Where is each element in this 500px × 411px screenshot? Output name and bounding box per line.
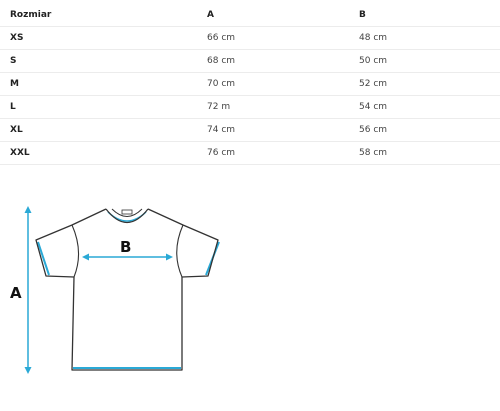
left-armhole <box>71 224 80 278</box>
size-cell: XS <box>10 33 24 43</box>
width-label: B <box>120 238 131 256</box>
right-armhole <box>176 224 184 278</box>
size-cell: XXL <box>10 148 30 158</box>
size-cell: M <box>10 79 19 89</box>
length-cell: 72 m <box>207 102 231 112</box>
header-size: Rozmiar <box>10 10 52 20</box>
width-cell: 50 cm <box>359 56 388 66</box>
header-a: A <box>207 10 214 20</box>
tshirt-measurement-diagram: A B <box>0 195 230 385</box>
length-cell: 68 cm <box>207 56 236 66</box>
left-sleeve-trim <box>37 241 50 276</box>
collar-label <box>121 209 133 215</box>
length-arrow-head-top <box>24 206 32 213</box>
width-cell: 58 cm <box>359 148 388 158</box>
table-row: XL 74 cm 56 cm <box>0 119 500 142</box>
length-cell: 70 cm <box>207 79 236 89</box>
table-row: XS 66 cm 48 cm <box>0 27 500 50</box>
width-arrow-head-right <box>166 253 173 261</box>
table-row: S 68 cm 50 cm <box>0 50 500 73</box>
table-header-row: Rozmiar A B <box>0 4 500 27</box>
length-cell: 66 cm <box>207 33 236 43</box>
length-cell: 76 cm <box>207 148 236 158</box>
header-b: B <box>359 10 366 20</box>
length-label: A <box>10 284 22 302</box>
size-cell: XL <box>10 125 23 135</box>
table-row: M 70 cm 52 cm <box>0 73 500 96</box>
length-arrow-head-bottom <box>24 367 32 374</box>
width-cell: 48 cm <box>359 33 388 43</box>
size-cell: S <box>10 56 17 66</box>
width-arrow-head-left <box>82 253 89 261</box>
tshirt-body-outline <box>35 208 219 371</box>
size-cell: L <box>10 102 16 112</box>
width-cell: 56 cm <box>359 125 388 135</box>
table-row: L 72 m 54 cm <box>0 96 500 119</box>
tshirt-illustration: A B <box>10 206 220 374</box>
width-cell: 54 cm <box>359 102 388 112</box>
width-cell: 52 cm <box>359 79 388 89</box>
length-cell: 74 cm <box>207 125 236 135</box>
table-row: XXL 76 cm 58 cm <box>0 142 500 165</box>
